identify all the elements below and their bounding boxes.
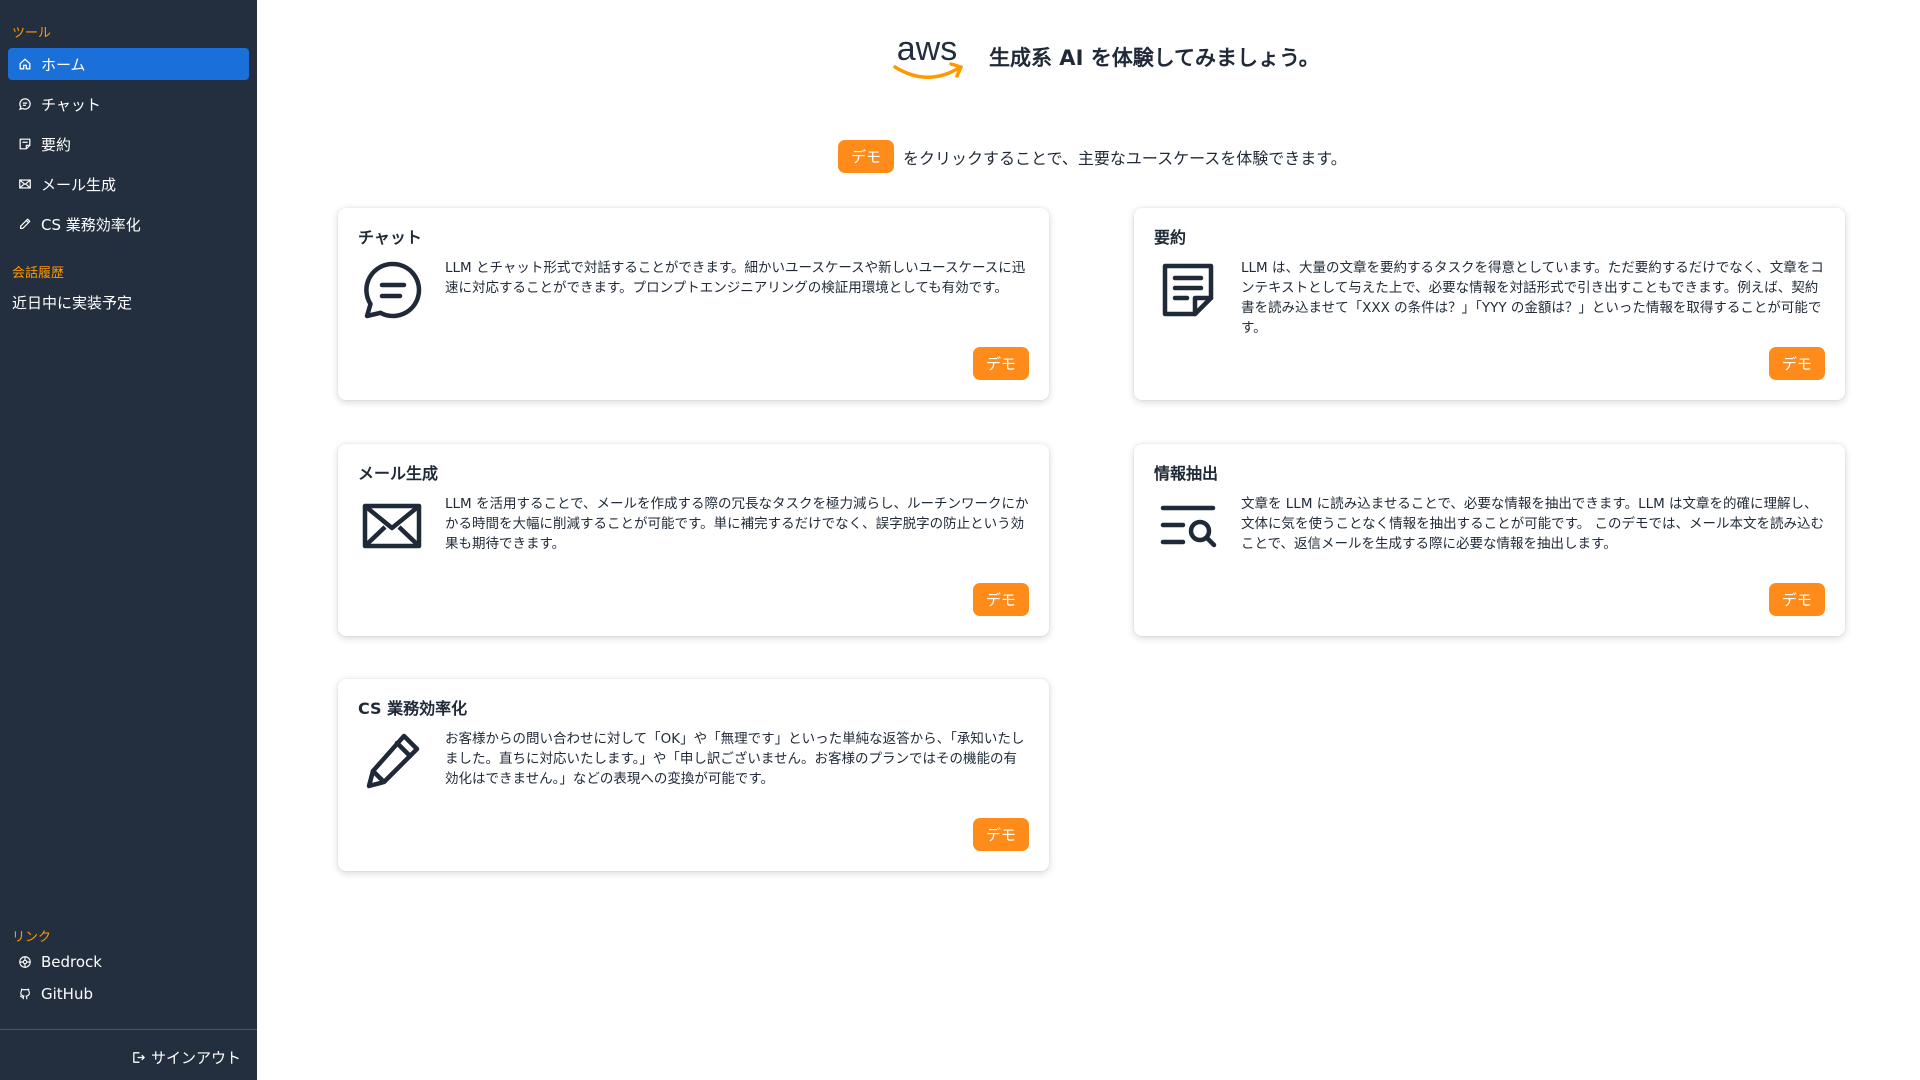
usecase-card-chat: チャット LLM とチャット形式で対話することができます。細かいユースケースや新… — [338, 208, 1049, 400]
card-title: CS 業務効率化 — [358, 699, 468, 718]
sidebar-link-bedrock[interactable]: Bedrock — [8, 946, 249, 978]
demo-button-mail[interactable]: デモ — [972, 583, 1029, 616]
hero: aws 生成系 AI を体験してみましょう。 — [887, 30, 1320, 84]
signout-icon — [131, 1050, 146, 1065]
intro-text: をクリックすることで、主要なユースケースを体験できます。 — [903, 148, 1347, 168]
chat-bubble-icon — [360, 258, 424, 322]
sidebar-item-label: メール生成 — [41, 175, 117, 194]
card-description: LLM を活用することで、メールを作成する際の冗長なタスクを極力減らし、ルーチン… — [445, 496, 1029, 552]
intro: デモ をクリックすることで、主要なユースケースを体験できます。 — [838, 140, 1347, 173]
sidebar-item-chat[interactable]: チャット — [8, 88, 249, 120]
github-icon — [18, 987, 32, 1001]
signout-button[interactable]: サインアウト — [131, 1047, 241, 1068]
list-search-icon — [1156, 494, 1220, 558]
mail-icon — [18, 177, 32, 191]
page-title: 生成系 AI を体験してみましょう。 — [989, 46, 1320, 70]
note-icon — [18, 137, 32, 151]
tools-section-label: ツール — [12, 26, 52, 41]
intro-demo-badge: デモ — [838, 140, 895, 173]
sidebar-item-label: ホーム — [41, 55, 86, 74]
demo-button-extraction[interactable]: デモ — [1768, 583, 1825, 616]
card-description: LLM とチャット形式で対話することができます。細かいユースケースや新しいユース… — [445, 260, 1026, 296]
bedrock-icon — [18, 955, 32, 969]
pencil-icon — [18, 217, 32, 231]
envelope-icon — [360, 494, 424, 558]
pencil-large-icon — [360, 729, 424, 793]
sidebar-link-label: Bedrock — [41, 953, 102, 971]
main-content: aws 生成系 AI を体験してみましょう。 デモ をクリックすることで、主要な… — [257, 0, 1920, 1080]
card-title: チャット — [358, 228, 422, 247]
card-description: お客様からの問い合わせに対して「OK」や「無理です」といった単純な返答から、「承… — [445, 731, 1025, 787]
card-description: LLM は、大量の文章を要約するタスクを得意としています。ただ要約するだけでなく… — [1241, 260, 1824, 336]
usecase-card-summary: 要約 LLM は、大量の文章を要約するタスクを得意としています。ただ要約するだけ… — [1134, 208, 1845, 400]
sidebar-item-cs[interactable]: CS 業務効率化 — [8, 208, 249, 240]
usecase-card-cs: CS 業務効率化 お客様からの問い合わせに対して「OK」や「無理です」といった単… — [338, 679, 1049, 871]
sidebar-item-label: CS 業務効率化 — [41, 215, 141, 234]
sidebar-item-home[interactable]: ホーム — [8, 48, 249, 80]
card-title: 要約 — [1154, 228, 1187, 247]
history-empty-text: 近日中に実装予定 — [12, 294, 133, 312]
sidebar-link-github[interactable]: GitHub — [8, 978, 249, 1010]
card-description: 文章を LLM に読み込ませることで、必要な情報を抽出できます。LLM は文章を… — [1241, 496, 1825, 552]
document-icon — [1156, 258, 1220, 322]
sidebar-item-label: チャット — [41, 95, 101, 114]
usecase-card-extraction: 情報抽出 文章を LLM に読み込ませることで、必要な情報を抽出できます。LLM… — [1134, 444, 1845, 636]
sidebar-item-label: 要約 — [41, 135, 72, 154]
sidebar-item-mail[interactable]: メール生成 — [8, 168, 249, 200]
demo-button-cs[interactable]: デモ — [972, 818, 1029, 851]
history-section-label: 会話履歴 — [12, 266, 65, 281]
aws-logo: aws — [893, 30, 963, 79]
sidebar: ツール ホーム チャット 要約 メール生成 CS 業務効率化 会話履歴 近日中に… — [0, 0, 257, 1080]
sidebar-item-summary[interactable]: 要約 — [8, 128, 249, 160]
svg-text:aws: aws — [897, 30, 957, 68]
demo-button-summary[interactable]: デモ — [1768, 347, 1825, 380]
links-section-label: リンク — [12, 930, 52, 945]
usecase-card-mail: メール生成 LLM を活用することで、メールを作成する際の冗長なタスクを極力減ら… — [338, 444, 1049, 636]
card-title: メール生成 — [358, 464, 439, 483]
sidebar-link-label: GitHub — [41, 985, 93, 1003]
card-title: 情報抽出 — [1154, 464, 1219, 483]
signout-label: サインアウト — [150, 1049, 241, 1067]
sidebar-divider — [0, 1029, 257, 1030]
home-icon — [18, 57, 32, 71]
chat-icon — [18, 97, 32, 111]
demo-button-chat[interactable]: デモ — [972, 347, 1029, 380]
